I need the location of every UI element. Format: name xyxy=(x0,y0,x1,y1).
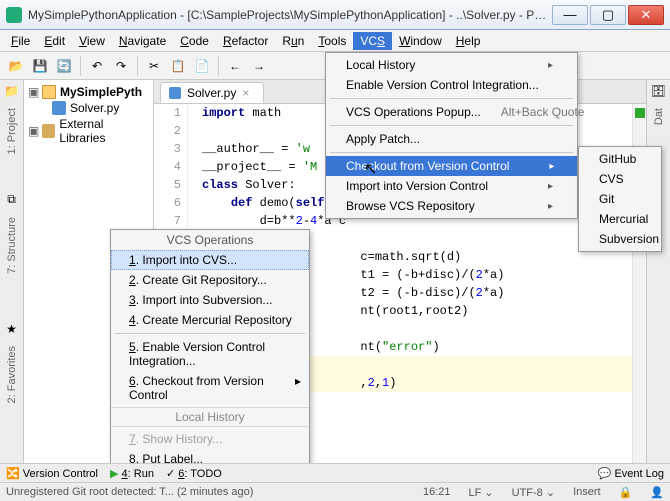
external-libraries[interactable]: ▣ External Libraries xyxy=(26,116,151,146)
open-icon[interactable]: 📂 xyxy=(6,56,26,76)
version-control-tool[interactable]: 🔀 Version Control xyxy=(6,467,98,480)
vcs-operations-popup: VCS Operations 1. Import into CVS... 2. … xyxy=(110,229,310,470)
redo-icon[interactable]: ↷ xyxy=(111,56,131,76)
undo-icon[interactable]: ↶ xyxy=(87,56,107,76)
external-libraries-label: External Libraries xyxy=(59,117,149,145)
vcsops-group-localhistory: Local History xyxy=(111,407,309,427)
tab-close-icon[interactable]: × xyxy=(242,86,249,100)
event-log-tool[interactable]: 💬 Event Log xyxy=(598,467,664,480)
status-insert-mode[interactable]: Insert xyxy=(573,486,601,498)
menu-code[interactable]: Code xyxy=(173,32,216,50)
run-tool[interactable]: ▶ 4: Run xyxy=(110,467,154,480)
favorites-tool-icon[interactable]: ★ xyxy=(6,322,17,336)
vcs-enable-integration[interactable]: Enable Version Control Integration... xyxy=(326,75,577,95)
menu-navigate[interactable]: Navigate xyxy=(112,32,173,50)
vcsops-enable-integration[interactable]: 5. Enable Version Control Integration... xyxy=(111,337,309,371)
vcs-browse[interactable]: Browse VCS Repository xyxy=(326,196,577,216)
status-caret-pos[interactable]: 16:21 xyxy=(423,486,451,498)
vcs-apply-patch[interactable]: Apply Patch... xyxy=(326,129,577,149)
project-tool-label[interactable]: 1: Project xyxy=(6,108,18,154)
vcs-operations-popup[interactable]: VCS Operations Popup...Alt+Back Quote xyxy=(326,102,577,122)
menu-view[interactable]: View xyxy=(72,32,112,50)
menu-file[interactable]: File xyxy=(4,32,37,50)
cut-icon[interactable]: ✂ xyxy=(144,56,164,76)
checkout-mercurial[interactable]: Mercurial xyxy=(579,209,661,229)
checkout-git[interactable]: Git xyxy=(579,189,661,209)
menu-run[interactable]: Run xyxy=(275,32,311,50)
vcs-local-history[interactable]: Local History xyxy=(326,55,577,75)
checkout-subversion[interactable]: Subversion xyxy=(579,229,661,249)
tab-solver[interactable]: Solver.py × xyxy=(160,82,264,103)
refresh-icon[interactable]: 🔄 xyxy=(54,56,74,76)
titlebar: MySimplePythonApplication - [C:\SamplePr… xyxy=(0,0,670,30)
status-encoding[interactable]: UTF-8 ⌄ xyxy=(512,486,555,499)
window-title: MySimplePythonApplication - [C:\SamplePr… xyxy=(28,8,552,22)
vcs-checkout[interactable]: Checkout from Version Control xyxy=(326,156,577,176)
vcsops-create-git[interactable]: 2. Create Git Repository... xyxy=(111,270,309,290)
maximize-button[interactable]: ▢ xyxy=(590,5,626,25)
app-icon xyxy=(6,7,22,23)
menu-window[interactable]: Window xyxy=(392,32,449,50)
database-tool-icon[interactable]: 🗄 xyxy=(651,84,666,98)
database-tool-label[interactable]: Dat xyxy=(653,108,665,125)
checkout-github[interactable]: GitHub xyxy=(579,149,661,169)
copy-icon[interactable]: 📋 xyxy=(168,56,188,76)
vcs-menu: Local History Enable Version Control Int… xyxy=(325,52,578,219)
right-tool-gutter: 🗄 Dat ost xyxy=(646,80,670,463)
tab-label: Solver.py xyxy=(187,86,236,100)
paste-icon[interactable]: 📄 xyxy=(192,56,212,76)
forward-icon[interactable]: → xyxy=(249,56,269,76)
back-icon[interactable]: ← xyxy=(225,56,245,76)
menu-vcs[interactable]: VCS xyxy=(353,32,392,50)
vcsops-title: VCS Operations xyxy=(111,230,309,250)
checkout-submenu: GitHub CVS Git Mercurial Subversion xyxy=(578,146,662,252)
structure-tool-label[interactable]: 7: Structure xyxy=(6,217,18,274)
menubar: File Edit View Navigate Code Refactor Ru… xyxy=(0,30,670,52)
project-file-label: Solver.py xyxy=(70,101,119,115)
python-file-icon xyxy=(169,87,181,99)
minimize-button[interactable]: — xyxy=(552,5,588,25)
vcsops-import-svn[interactable]: 3. Import into Subversion... xyxy=(111,290,309,310)
status-line-sep[interactable]: LF ⌄ xyxy=(469,486,494,499)
save-icon[interactable]: 💾 xyxy=(30,56,50,76)
vcsops-checkout[interactable]: 6. Checkout from Version Control▸ xyxy=(111,371,309,405)
menu-help[interactable]: Help xyxy=(449,32,488,50)
vcs-import[interactable]: Import into Version Control xyxy=(326,176,577,196)
menu-edit[interactable]: Edit xyxy=(37,32,72,50)
status-message[interactable]: Unregistered Git root detected: T... (2 … xyxy=(6,486,253,498)
inspection-ok-icon xyxy=(635,108,645,118)
vcsops-create-mercurial[interactable]: 4. Create Mercurial Repository xyxy=(111,310,309,330)
vcsops-import-cvs[interactable]: 1. Import into CVS... xyxy=(111,250,309,270)
vcsops-show-history: 7. Show History... xyxy=(111,429,309,449)
left-tool-gutter: 📁 1: Project ⧉ 7: Structure ★ 2: Favorit… xyxy=(0,80,24,463)
project-root[interactable]: ▣ MySimplePyth xyxy=(26,84,151,100)
status-lock-icon[interactable]: 🔒 xyxy=(619,486,633,499)
todo-tool[interactable]: ✓ 6: TODO xyxy=(166,467,222,480)
favorites-tool-label[interactable]: 2: Favorites xyxy=(6,346,18,403)
status-hector-icon[interactable]: 👤 xyxy=(650,486,664,499)
project-tool-icon[interactable]: 📁 xyxy=(4,84,19,98)
project-file[interactable]: Solver.py xyxy=(26,100,151,116)
menu-tools[interactable]: Tools xyxy=(311,32,353,50)
checkout-cvs[interactable]: CVS xyxy=(579,169,661,189)
bottom-toolbar: 🔀 Version Control ▶ 4: Run ✓ 6: TODO 💬 E… xyxy=(0,463,670,482)
menu-refactor[interactable]: Refactor xyxy=(216,32,275,50)
project-root-label: MySimplePyth xyxy=(60,85,142,99)
structure-tool-icon[interactable]: ⧉ xyxy=(7,192,16,207)
statusbar: Unregistered Git root detected: T... (2 … xyxy=(0,482,670,501)
close-button[interactable]: ✕ xyxy=(628,5,664,25)
